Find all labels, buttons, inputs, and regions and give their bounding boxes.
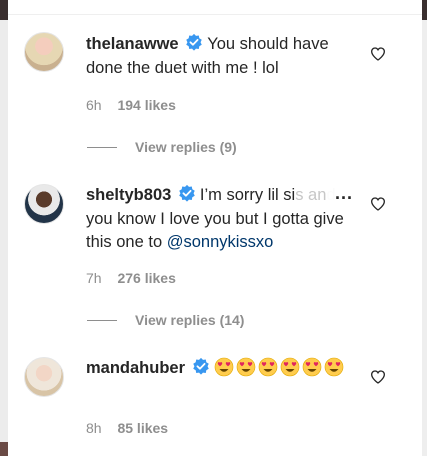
heart-eyes-emoji bbox=[324, 357, 343, 377]
comment-text: thelanawwe You should have done the duet… bbox=[86, 33, 356, 80]
heart-eyes-emoji bbox=[302, 357, 321, 377]
heart-eyes-emoji bbox=[258, 357, 277, 377]
username[interactable]: thelanawwe bbox=[86, 35, 179, 53]
comment-meta: 8h 85 likes bbox=[86, 420, 168, 436]
comment-meta: 7h 276 likes bbox=[86, 270, 176, 286]
heart-eyes-emoji bbox=[280, 357, 299, 377]
like-heart-icon[interactable] bbox=[370, 46, 386, 62]
comment-body: I’m sorry lil si bbox=[199, 186, 296, 204]
reply-line bbox=[87, 320, 117, 321]
mention-link[interactable]: @sonnykissxo bbox=[167, 233, 274, 251]
comment-meta: 6h 194 likes bbox=[86, 97, 176, 113]
verified-badge-icon bbox=[192, 357, 209, 375]
heart-eyes-emoji bbox=[214, 357, 233, 377]
verified-badge-icon bbox=[179, 184, 195, 202]
reply-line bbox=[87, 147, 117, 148]
divider bbox=[8, 14, 422, 15]
comment-time[interactable]: 7h bbox=[86, 270, 102, 286]
like-count[interactable]: 194 likes bbox=[117, 97, 175, 113]
background-edge-left bbox=[0, 0, 8, 456]
like-count[interactable]: 85 likes bbox=[117, 420, 168, 436]
comment-time[interactable]: 6h bbox=[86, 97, 102, 113]
avatar[interactable] bbox=[24, 32, 64, 72]
view-replies-button[interactable]: View replies (14) bbox=[87, 312, 244, 328]
avatar[interactable] bbox=[24, 184, 64, 224]
username[interactable]: mandahuber bbox=[86, 359, 185, 377]
verified-badge-icon bbox=[186, 33, 202, 51]
view-replies-button[interactable]: View replies (9) bbox=[87, 139, 237, 155]
like-heart-icon[interactable] bbox=[370, 196, 386, 212]
emoji-row bbox=[214, 357, 346, 377]
username[interactable]: sheltyb803 bbox=[86, 186, 171, 204]
comment-time[interactable]: 8h bbox=[86, 420, 102, 436]
background-edge-right bbox=[422, 0, 427, 456]
like-count[interactable]: 276 likes bbox=[117, 270, 175, 286]
like-heart-icon[interactable] bbox=[370, 369, 386, 385]
ellipsis-icon[interactable]: ... bbox=[327, 184, 361, 204]
heart-eyes-emoji bbox=[236, 357, 255, 377]
comment-text: mandahuber bbox=[86, 357, 361, 381]
avatar[interactable] bbox=[24, 357, 64, 397]
comment-text: sheltyb803 I’m sorry lil sis and you kno… bbox=[86, 184, 356, 255]
